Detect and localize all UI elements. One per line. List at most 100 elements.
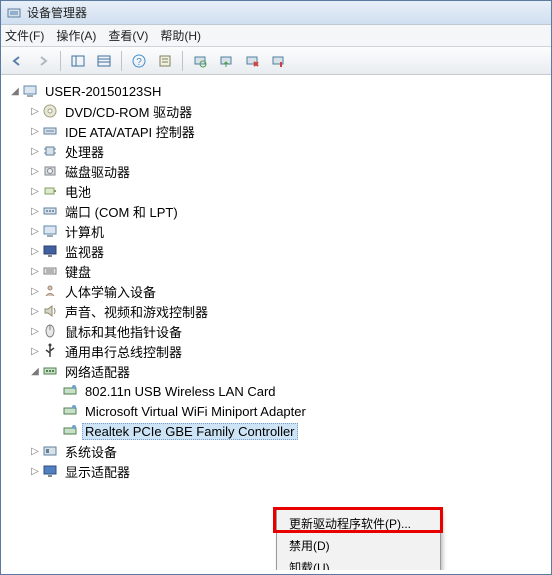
battery-icon [42,183,58,199]
expand-icon[interactable]: ▷ [29,225,41,237]
port-icon [42,203,58,219]
category-label: 鼠标和其他指针设备 [62,321,185,342]
category-label: 网络适配器 [62,361,133,382]
svg-text:?: ? [136,57,142,68]
collapse-icon[interactable]: ◢ [9,85,21,97]
app-icon [7,6,21,20]
disable-button[interactable] [266,50,290,72]
category-label: 磁盘驱动器 [62,161,133,182]
expand-icon[interactable]: ▷ [29,245,41,257]
scan-hardware-button[interactable] [188,50,212,72]
tree-category[interactable]: ▷ 计算机 [5,221,547,241]
show-hide-console-button[interactable] [66,50,90,72]
category-label: 通用串行总线控制器 [62,341,185,362]
tree-category[interactable]: ▷ 鼠标和其他指针设备 [5,321,547,341]
tree-category[interactable]: ▷ 端口 (COM 和 LPT) [5,201,547,221]
device-manager-window: 设备管理器 文件(F) 操作(A) 查看(V) 帮助(H) ? ◢ USER-2… [0,0,552,575]
tree-category-network[interactable]: ◢ 网络适配器 [5,361,547,381]
window-title: 设备管理器 [27,4,87,21]
system-icon [42,443,58,459]
expand-icon[interactable]: ▷ [29,105,41,117]
menu-action[interactable]: 操作(A) [56,27,96,44]
category-label: 系统设备 [62,441,120,462]
disk-icon [42,163,58,179]
category-label: DVD/CD-ROM 驱动器 [62,101,195,122]
expand-icon[interactable]: ▷ [29,205,41,217]
tree-category[interactable]: ▷ 显示适配器 [5,461,547,481]
ctx-disable[interactable]: 禁用(D) [279,534,438,556]
network-adapter-icon [42,363,58,379]
category-label: 电池 [62,181,94,202]
expand-icon[interactable]: ▷ [29,125,41,137]
tree-device[interactable]: 802.11n USB Wireless LAN Card [5,381,547,401]
menu-file[interactable]: 文件(F) [5,27,44,44]
ctx-update-driver[interactable]: 更新驱动程序软件(P)... [279,512,438,534]
uninstall-button[interactable] [240,50,264,72]
category-label: 声音、视频和游戏控制器 [62,301,211,322]
category-label: 端口 (COM 和 LPT) [62,201,181,222]
expand-icon[interactable]: ▷ [29,265,41,277]
expand-icon[interactable]: ▷ [29,185,41,197]
device-tree[interactable]: ◢ USER-20150123SH ▷ DVD/CD-ROM 驱动器 ▷ IDE AT… [1,75,551,570]
tree-category[interactable]: ▷监视器 [5,241,547,261]
sound-icon [42,303,58,319]
expand-icon[interactable]: ▷ [29,305,41,317]
tree-category[interactable]: ▷ 系统设备 [5,441,547,461]
back-button[interactable] [5,50,29,72]
monitor-icon [42,243,58,259]
keyboard-icon [42,263,58,279]
tree-category[interactable]: ▷ 人体学输入设备 [5,281,547,301]
menu-view[interactable]: 查看(V) [108,27,148,44]
computer-icon [22,83,38,99]
tree-root[interactable]: ◢ USER-20150123SH [5,81,547,101]
cpu-icon [42,143,58,159]
disc-icon [42,103,58,119]
category-label: IDE ATA/ATAPI 控制器 [62,121,198,142]
device-label: Microsoft Virtual WiFi Miniport Adapter [82,403,309,420]
properties-button[interactable] [153,50,177,72]
expand-icon[interactable]: ▷ [29,145,41,157]
network-adapter-icon [62,383,78,399]
expand-icon[interactable]: ▷ [29,325,41,337]
network-adapter-icon [62,403,78,419]
menu-help[interactable]: 帮助(H) [160,27,201,44]
category-label: 显示适配器 [62,461,133,482]
expand-icon[interactable]: ▷ [29,445,41,457]
expand-icon[interactable]: ▷ [29,165,41,177]
network-adapter-icon [62,423,78,439]
category-label: 处理器 [62,141,107,162]
usb-icon [42,343,58,359]
titlebar: 设备管理器 [1,1,551,25]
tree-device-selected[interactable]: Realtek PCIe GBE Family Controller [5,421,547,441]
mouse-icon [42,323,58,339]
ctx-uninstall[interactable]: 卸载(U) [279,556,438,570]
tree-category[interactable]: ▷ 磁盘驱动器 [5,161,547,181]
toolbar-separator [121,51,122,71]
help-button[interactable]: ? [127,50,151,72]
tree-category[interactable]: ▷ 通用串行总线控制器 [5,341,547,361]
hid-icon [42,283,58,299]
expand-icon[interactable]: ▷ [29,345,41,357]
update-driver-button[interactable] [214,50,238,72]
category-label: 计算机 [62,221,107,242]
tree-category[interactable]: ▷ 处理器 [5,141,547,161]
tree-device[interactable]: Microsoft Virtual WiFi Miniport Adapter [5,401,547,421]
collapse-icon[interactable]: ◢ [29,365,41,377]
tree-category[interactable]: ▷ IDE ATA/ATAPI 控制器 [5,121,547,141]
root-label: USER-20150123SH [42,83,164,100]
tree-category[interactable]: ▷键盘 [5,261,547,281]
category-label: 人体学输入设备 [62,281,159,302]
menubar: 文件(F) 操作(A) 查看(V) 帮助(H) [1,25,551,47]
expand-icon[interactable]: ▷ [29,465,41,477]
toolbar-separator [182,51,183,71]
forward-button[interactable] [31,50,55,72]
computer-icon [42,223,58,239]
details-view-button[interactable] [92,50,116,72]
tree-category[interactable]: ▷ DVD/CD-ROM 驱动器 [5,101,547,121]
tree-category[interactable]: ▷ 声音、视频和游戏控制器 [5,301,547,321]
ide-icon [42,123,58,139]
expand-icon[interactable]: ▷ [29,285,41,297]
display-icon [42,463,58,479]
tree-category[interactable]: ▷ 电池 [5,181,547,201]
toolbar-separator [60,51,61,71]
